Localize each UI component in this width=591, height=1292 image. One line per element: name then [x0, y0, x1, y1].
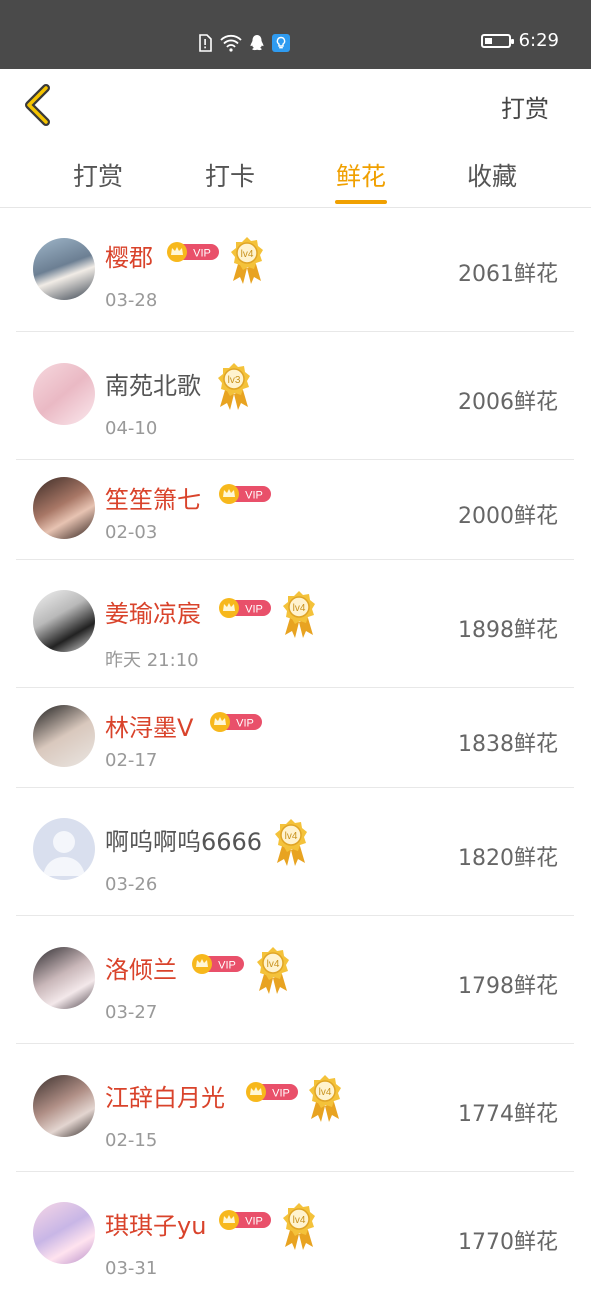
bulb-app-icon: [272, 34, 290, 52]
user-name[interactable]: 洛倾兰: [105, 950, 177, 985]
flower-count: 1774鲜花: [458, 1102, 558, 1127]
avatar[interactable]: [33, 1075, 95, 1137]
tip-date: 昨天 21:10: [105, 650, 199, 671]
list-item[interactable]: 南苑北歌 lv3 04-10 2006鲜花: [16, 332, 574, 460]
qq-icon: [250, 35, 264, 51]
flower-count: 1838鲜花: [458, 732, 558, 757]
tip-button[interactable]: 打赏: [501, 89, 549, 124]
flower-count: 1770鲜花: [458, 1230, 558, 1255]
list-item[interactable]: 樱郡 VIP lv4 03-28 2061鲜花: [16, 208, 574, 332]
vip-badge-text: VIP: [245, 490, 263, 502]
tab-tip[interactable]: 打赏: [58, 157, 138, 193]
vip-badge-text: VIP: [245, 1216, 263, 1228]
flower-count: 1898鲜花: [458, 618, 558, 643]
status-right: 6:29: [480, 30, 559, 51]
vip-badge-icon: VIP: [246, 1082, 298, 1102]
medal-level-text: lv4: [267, 959, 280, 970]
status-bar: 6:29: [0, 0, 591, 69]
vip-badge-text: VIP: [272, 1088, 290, 1100]
medal-level-text: lv4: [285, 831, 298, 842]
wifi-icon: [220, 34, 242, 52]
avatar[interactable]: [33, 947, 95, 1009]
vip-badge-icon: VIP: [219, 1210, 271, 1230]
tip-date: 02-15: [105, 1130, 158, 1151]
tab-bar: 打赏 打卡 鲜花 收藏: [0, 141, 591, 208]
user-name[interactable]: 江辞白月光: [105, 1078, 225, 1113]
medal-level-text: lv4: [241, 249, 254, 260]
user-name[interactable]: 林浔墨V: [105, 708, 193, 743]
list-item[interactable]: 啊呜啊呜6666 lv4 03-26 1820鲜花: [16, 788, 574, 916]
level-medal-icon: lv4: [283, 591, 315, 638]
status-icons: [196, 32, 290, 54]
vip-badge-text: VIP: [193, 248, 211, 260]
user-name[interactable]: 笙笙箫七: [105, 480, 201, 515]
tip-date: 02-17: [105, 750, 158, 771]
medal-level-text: lv4: [293, 1215, 306, 1226]
vip-badge-icon: VIP: [219, 598, 271, 618]
tip-date: 03-26: [105, 874, 158, 895]
tip-date: 02-03: [105, 522, 158, 543]
battery-icon: [480, 33, 514, 48]
tab-favorites[interactable]: 收藏: [452, 157, 532, 193]
vip-badge-text: VIP: [236, 718, 254, 730]
medal-level-text: lv3: [228, 375, 241, 386]
header: 打赏: [0, 69, 591, 141]
level-medal-icon: lv3: [218, 363, 250, 410]
avatar[interactable]: [33, 238, 95, 300]
level-medal-icon: lv4: [283, 1203, 315, 1250]
avatar[interactable]: [33, 705, 95, 767]
user-name[interactable]: 姜瑜凉宸: [105, 594, 201, 629]
default-avatar-icon: [43, 831, 85, 876]
list-item[interactable]: 姜瑜凉宸 VIP lv4 昨天 21:10 1898鲜花: [16, 560, 574, 688]
level-medal-icon: lv4: [275, 819, 307, 866]
flower-count: 2000鲜花: [458, 504, 558, 529]
level-medal-icon: lv4: [257, 947, 289, 994]
user-name[interactable]: 啊呜啊呜6666: [105, 822, 262, 857]
tip-date: 03-28: [105, 290, 158, 311]
list-item[interactable]: 琪琪子yu VIP lv4 03-31 1770鲜花: [16, 1172, 574, 1292]
tip-date: 04-10: [105, 418, 158, 439]
avatar[interactable]: [33, 477, 95, 539]
vip-badge-icon: VIP: [167, 242, 219, 262]
tip-date: 03-27: [105, 1002, 158, 1023]
level-medal-icon: lv4: [231, 237, 263, 284]
list-item[interactable]: 洛倾兰 VIP lv4 03-27 1798鲜花: [16, 916, 574, 1044]
flower-count: 1820鲜花: [458, 846, 558, 871]
tab-checkin[interactable]: 打卡: [190, 157, 270, 193]
status-time: 6:29: [518, 30, 559, 51]
user-name[interactable]: 南苑北歌: [105, 366, 201, 401]
vip-badge-icon: VIP: [210, 712, 262, 732]
flower-count: 2006鲜花: [458, 390, 558, 415]
flower-count: 1798鲜花: [458, 974, 558, 999]
flower-count: 2061鲜花: [458, 262, 558, 287]
user-name[interactable]: 琪琪子yu: [105, 1206, 206, 1241]
list-item[interactable]: 江辞白月光 VIP lv4 02-15 1774鲜花: [16, 1044, 574, 1172]
tab-flowers[interactable]: 鲜花: [321, 157, 401, 193]
medal-level-text: lv4: [319, 1087, 332, 1098]
sim-alert-icon: [199, 34, 212, 52]
tip-date: 03-31: [105, 1258, 158, 1279]
medal-level-text: lv4: [293, 603, 306, 614]
vip-badge-icon: VIP: [192, 954, 244, 974]
avatar[interactable]: [33, 1202, 95, 1264]
list-item[interactable]: 笙笙箫七 VIP 02-03 2000鲜花: [16, 460, 574, 560]
vip-badge-text: VIP: [245, 604, 263, 616]
avatar[interactable]: [33, 590, 95, 652]
avatar[interactable]: [33, 363, 95, 425]
vip-badge-text: VIP: [218, 960, 236, 972]
active-tab-indicator: [335, 200, 387, 204]
level-medal-icon: lv4: [309, 1075, 341, 1122]
user-name[interactable]: 樱郡: [105, 238, 153, 273]
list-item[interactable]: 林浔墨V VIP 02-17 1838鲜花: [16, 688, 574, 788]
vip-badge-icon: VIP: [219, 484, 271, 504]
back-arrow-icon[interactable]: [18, 83, 58, 127]
avatar[interactable]: [33, 818, 95, 880]
